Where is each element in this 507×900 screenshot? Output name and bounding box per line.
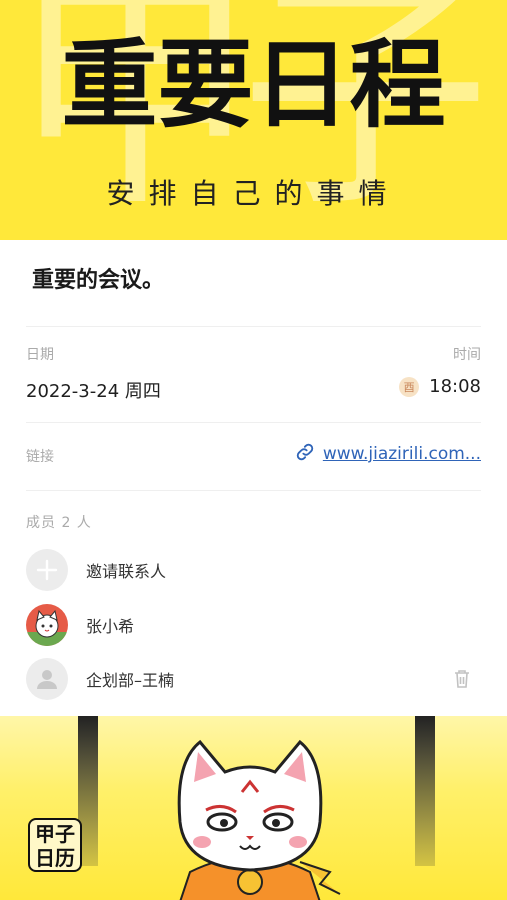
divider <box>26 490 481 491</box>
time-label: 时间 <box>453 347 481 363</box>
member-name: 企划部–王楠 <box>86 671 175 690</box>
divider <box>26 422 481 423</box>
date-value[interactable]: 2022-3-24 周四 <box>26 377 161 403</box>
mascot-banner: 甲子 日历 <box>0 716 507 900</box>
time-value: 18:08 <box>429 376 481 397</box>
app-logo: 甲子 日历 <box>28 818 82 872</box>
page-title: 重要日程 <box>61 28 446 141</box>
banner-stripe <box>415 716 435 866</box>
trash-icon[interactable] <box>453 669 471 693</box>
page-subtitle: 安排自己的事情 <box>106 177 401 210</box>
event-card: 重要的会议。 日期 时间 2022-3-24 周四 酉 18:08 链接 www… <box>0 240 507 716</box>
event-title[interactable]: 重要的会议。 <box>32 262 164 294</box>
date-label: 日期 <box>26 347 54 363</box>
plus-icon <box>26 549 68 591</box>
person-icon <box>26 658 68 700</box>
member-name: 邀请联系人 <box>86 562 167 581</box>
link-url: www.jiazirili.com... <box>322 444 481 464</box>
cat-avatar <box>26 604 68 646</box>
link-icon <box>295 442 315 466</box>
members-count: 成员 2 人 <box>26 515 92 531</box>
member-name: 张小希 <box>86 617 135 636</box>
event-link[interactable]: www.jiazirili.com... <box>295 442 481 466</box>
member-row[interactable]: 企划部–王楠 <box>26 657 481 701</box>
time-badge-icon: 酉 <box>399 376 420 397</box>
time-field[interactable]: 酉 18:08 <box>399 376 481 397</box>
cat-mascot <box>177 739 341 900</box>
divider <box>26 326 481 327</box>
invite-contact-row[interactable]: 邀请联系人 <box>26 548 481 592</box>
link-label: 链接 <box>26 449 54 465</box>
member-row[interactable]: 张小希 <box>26 603 481 647</box>
hero-header: 甲子 重要日程 安排自己的事情 <box>0 0 507 240</box>
